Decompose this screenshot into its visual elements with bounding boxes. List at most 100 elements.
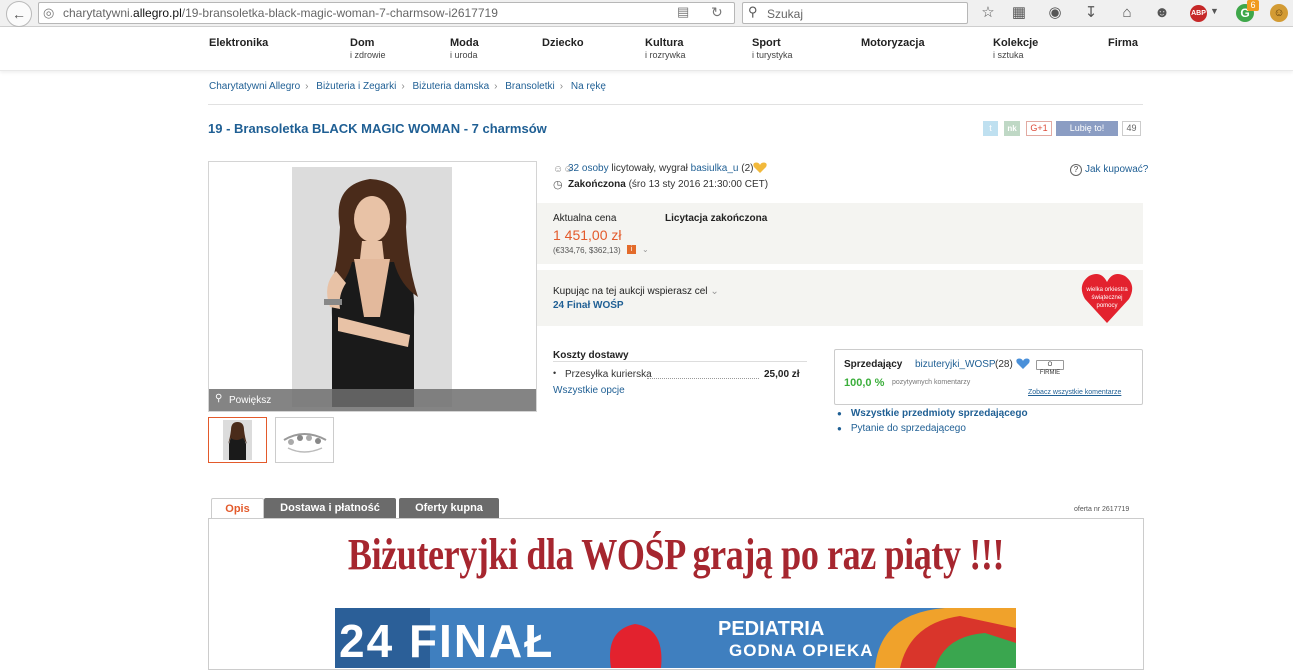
breadcrumb-item[interactable]: Biżuteria i Zegarki bbox=[316, 81, 396, 92]
seller-box: Sprzedający bizuteryjki_WOSP (28) O FIRM… bbox=[834, 349, 1143, 405]
facebook-like-button[interactable]: Lubię to! bbox=[1056, 121, 1118, 136]
nav-item-elektronika[interactable]: Elektronika bbox=[209, 38, 268, 50]
nav-item-sublabel: i zdrowie bbox=[350, 50, 386, 60]
all-shipping-options-link[interactable]: Wszystkie opcje bbox=[553, 385, 625, 396]
zoom-bar[interactable]: ⚲ Powiększ bbox=[209, 389, 536, 411]
winner-link[interactable]: basiulka_u bbox=[691, 163, 739, 174]
ended-label: Zakończona bbox=[568, 179, 626, 190]
magnifier-icon: ⚲ bbox=[215, 393, 223, 404]
shipping-method: Przesyłka kurierska bbox=[565, 369, 652, 380]
chevron-down-icon[interactable]: ⌄ bbox=[642, 245, 649, 254]
tab-description[interactable]: Opis bbox=[211, 498, 264, 520]
chat-icon[interactable]: ☻ bbox=[1152, 3, 1172, 23]
search-input[interactable] bbox=[765, 5, 964, 22]
nav-item-dziecko[interactable]: Dziecko bbox=[542, 38, 584, 50]
breadcrumb-item[interactable]: Na rękę bbox=[571, 81, 606, 92]
heart-icon bbox=[1016, 358, 1030, 369]
back-button[interactable]: ← bbox=[6, 1, 32, 27]
nav-item-label: Dom bbox=[350, 37, 375, 49]
gplus-button[interactable]: G+1 bbox=[1026, 121, 1052, 136]
nav-item-moda[interactable]: Moda i uroda bbox=[450, 38, 479, 61]
seller-rating-count: (28) bbox=[995, 359, 1013, 370]
breadcrumb-separator: › bbox=[494, 81, 498, 92]
chevron-down-icon[interactable]: ⌄ bbox=[710, 286, 718, 297]
ask-seller-label: Pytanie do sprzedającego bbox=[850, 423, 966, 434]
bookmark-star-icon[interactable]: ☆ bbox=[978, 3, 998, 23]
bidders-info: 32 osoby licytowały, wygrał basiulka_u (… bbox=[568, 163, 753, 174]
seller-rating: 100,0 % bbox=[844, 377, 885, 389]
reading-list-icon[interactable]: ▦ bbox=[1009, 3, 1029, 23]
tab-purchase-offers[interactable]: Oferty kupna bbox=[399, 498, 499, 518]
adblock-icon[interactable]: ABP bbox=[1190, 5, 1207, 22]
divider bbox=[208, 104, 1143, 105]
auction-status: Licytacja zakończona bbox=[665, 213, 768, 224]
reload-icon[interactable]: ↻ bbox=[711, 4, 723, 21]
thumbnail-1[interactable] bbox=[208, 417, 267, 463]
info-icon[interactable]: i bbox=[627, 245, 636, 254]
charity-box: Kupując na tej aukcji wspierasz cel ⌄ 24… bbox=[537, 270, 1143, 326]
zoom-label: Powiększ bbox=[229, 395, 272, 406]
heart-icon bbox=[753, 162, 767, 173]
divider bbox=[553, 361, 807, 362]
pocket-icon[interactable]: ◉ bbox=[1045, 3, 1065, 23]
price-converted: (€334,76, $362,13) bbox=[553, 246, 621, 255]
breadcrumb-item[interactable]: Biżuteria damska bbox=[412, 81, 489, 92]
nk-share-button[interactable]: nk bbox=[1004, 121, 1020, 136]
breadcrumb-item[interactable]: Bransoletki bbox=[505, 81, 554, 92]
offer-number: oferta nr 2617719 bbox=[1074, 506, 1130, 513]
greasemonkey-icon[interactable]: ☺ bbox=[1270, 4, 1288, 22]
ended-date: (śro 13 sty 2016 21:30:00 CET) bbox=[625, 179, 769, 190]
how-to-buy-link[interactable]: ? Jak kupować? bbox=[1070, 164, 1148, 176]
rating-text: pozytywnych komentarzy bbox=[892, 379, 971, 386]
nav-item-label: Sport bbox=[752, 37, 781, 49]
tab-delivery-payment[interactable]: Dostawa i płatność bbox=[264, 498, 396, 518]
banner-line-2: GODNA OPIEKA bbox=[729, 641, 874, 660]
shipping-price: 25,00 zł bbox=[764, 369, 800, 380]
twitter-share-button[interactable]: t bbox=[983, 121, 998, 136]
nav-item-label: Motoryzacja bbox=[861, 37, 925, 49]
nav-item-sublabel: i turystyka bbox=[752, 50, 793, 60]
wosp-banner: 24 FINAŁ PEDIATRIA GODNA OPIEKA bbox=[335, 608, 1016, 668]
dotted-leader bbox=[647, 378, 759, 379]
nav-item-dom[interactable]: Dom i zdrowie bbox=[350, 38, 386, 61]
all-seller-items-link[interactable]: ● Wszystkie przedmioty sprzedającego bbox=[837, 408, 1028, 419]
product-image[interactable]: ⚲ Powiększ bbox=[208, 161, 537, 412]
nav-item-label: Moda bbox=[450, 37, 479, 49]
charity-name[interactable]: 24 Finał WOŚP bbox=[553, 300, 624, 311]
ask-seller-link[interactable]: ● Pytanie do sprzedającego bbox=[837, 423, 966, 434]
svg-text:pomocy: pomocy bbox=[1096, 303, 1117, 309]
bullet: ● bbox=[837, 409, 842, 418]
price-box: Aktualna cena Licytacja zakończona 1 451… bbox=[537, 203, 1143, 264]
search-bar[interactable]: ⚲ bbox=[742, 2, 968, 24]
all-comments-link[interactable]: Zobacz wszystkie komentarze bbox=[1028, 389, 1121, 396]
price-label: Aktualna cena bbox=[553, 213, 617, 224]
about-company-badge[interactable]: O FIRMIE bbox=[1036, 360, 1064, 376]
bidders-link[interactable]: 32 osoby bbox=[568, 163, 609, 174]
price-value: 1 451,00 zł bbox=[553, 227, 622, 243]
nav-item-sublabel: i sztuka bbox=[993, 50, 1024, 60]
url-text: charytatywni.allegro.pl/19-bransoletka-b… bbox=[63, 6, 498, 20]
description-panel: Biżuteryjki dla WOŚP grają po raz piąty … bbox=[208, 518, 1144, 670]
seller-name-link[interactable]: bizuteryjki_WOSP bbox=[915, 359, 996, 370]
thumbnail-2[interactable] bbox=[275, 417, 334, 463]
nav-item-sport[interactable]: Sport i turystyka bbox=[752, 38, 793, 61]
breadcrumb-separator: › bbox=[401, 81, 405, 92]
breadcrumb-item[interactable]: Charytatywni Allegro bbox=[209, 81, 300, 92]
nav-item-firma[interactable]: Firma bbox=[1108, 38, 1138, 50]
chevron-down-icon[interactable]: ▼ bbox=[1210, 6, 1219, 16]
home-icon[interactable]: ⌂ bbox=[1117, 3, 1137, 23]
reader-view-icon[interactable]: ▤ bbox=[677, 4, 689, 20]
nav-item-kolekcje[interactable]: Kolekcje i sztuka bbox=[993, 38, 1038, 61]
bullet: ● bbox=[837, 424, 842, 433]
breadcrumb-separator: › bbox=[559, 81, 564, 92]
shipping-title: Koszty dostawy bbox=[553, 350, 629, 361]
url-bar[interactable]: ◎ charytatywni.allegro.pl/19-bransoletka… bbox=[38, 2, 735, 24]
product-photo bbox=[292, 167, 452, 407]
bullet: • bbox=[553, 368, 557, 378]
download-icon[interactable]: ↧ bbox=[1081, 3, 1101, 23]
browser-toolbar: ← ◎ charytatywni.allegro.pl/19-bransolet… bbox=[0, 0, 1293, 27]
nav-item-motoryzacja[interactable]: Motoryzacja bbox=[861, 38, 925, 50]
thumbnail-photo bbox=[223, 420, 252, 460]
nav-item-kultura[interactable]: Kultura i rozrywka bbox=[645, 38, 686, 61]
nav-item-label: Firma bbox=[1108, 37, 1138, 49]
